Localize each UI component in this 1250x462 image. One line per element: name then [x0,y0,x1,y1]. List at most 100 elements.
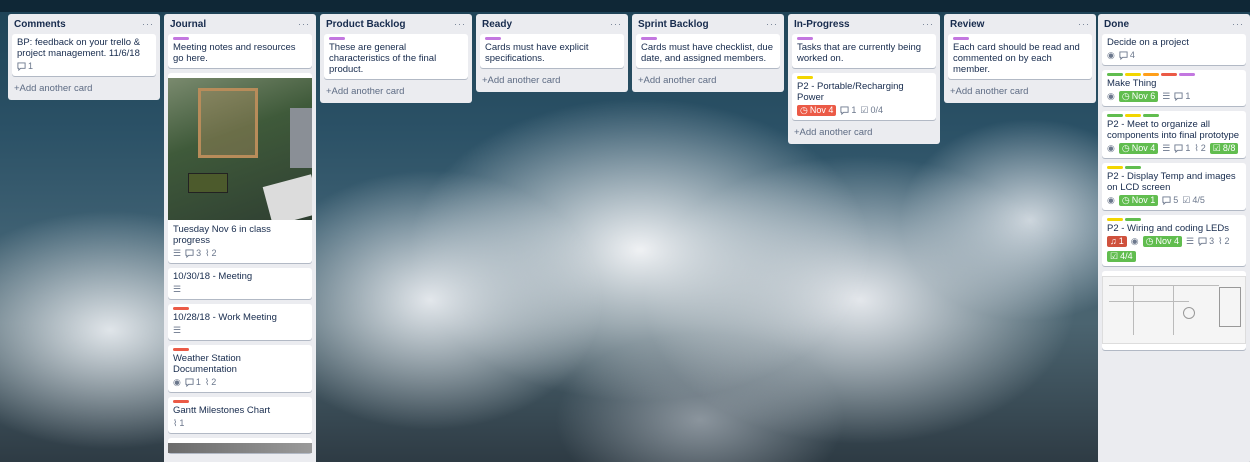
list-header: Done ··· [1102,14,1246,34]
purple-label [329,37,345,40]
clock-icon: ◷ [1121,195,1130,205]
card-title: Make Thing [1107,78,1157,89]
add-card-button[interactable]: +Add another card [948,84,1092,99]
due-date-badge[interactable]: ◷ Nov 4 [1142,236,1182,247]
description-icon: ☰ [173,325,182,335]
card[interactable]: Make Thing ◉ ◷ Nov 6 ☰ 1 [1102,70,1246,106]
attachments-badge: ⌇ 2 [205,248,217,258]
purple-label [1179,73,1195,76]
card-badges: ◉ ◷ Nov 4 ☰ 1 ⌇ 2 ☑ 8/8 [1107,143,1241,154]
comment-icon [840,106,849,115]
card-badges: ◉ ◷ Nov 1 5 ☑ 4/5 [1107,195,1241,206]
card-labels [329,37,463,40]
card-labels [485,37,619,40]
card-badges: ☰ 3 ⌇ 2 [173,248,307,259]
list-title[interactable]: Sprint Backlog [638,19,709,30]
comment-icon [17,62,26,71]
card-badges: ◷ Nov 4 1 ☑ 0/4 [797,105,931,116]
paperclip-icon: ⌇ [204,377,210,387]
card[interactable] [1102,271,1246,350]
card[interactable]: P2 - Meet to organize all components int… [1102,111,1246,158]
add-card-button[interactable]: +Add another card [636,73,780,88]
comment-icon [185,378,194,387]
list-menu-icon[interactable]: ··· [298,19,310,29]
card[interactable]: Tuesday Nov 6 in class progress ☰ 3 ⌇ 2 [168,73,312,263]
list-menu-icon[interactable]: ··· [766,19,778,29]
card-title: Decide on a project [1107,37,1189,48]
add-card-button[interactable]: +Add another card [12,81,156,96]
card-title: 10/28/18 - Work Meeting [173,312,277,323]
card-title: P2 - Meet to organize all components int… [1107,119,1240,141]
card-labels [1107,166,1241,169]
add-card-button[interactable]: +Add another card [324,84,468,99]
list-header: In-Progress ··· [792,14,936,34]
card[interactable]: Gantt Milestones Chart ⌇ 1 [168,397,312,433]
list-comments: Comments ··· BP: feedback on your trello… [8,14,160,100]
card[interactable]: Cards must have checklist, due date, and… [636,34,780,68]
list-title[interactable]: Product Backlog [326,19,405,30]
card-labels [953,37,1087,40]
list-header: Ready ··· [480,14,624,34]
comments-badge: 1 [17,61,33,72]
watch-icon: ◉ [1107,91,1115,101]
card[interactable]: P2 - Portable/Recharging Power ◷ Nov 4 1… [792,73,936,120]
red-label [173,307,189,310]
add-card-button[interactable]: +Add another card [480,73,624,88]
checkbox-icon: ☑ [1110,251,1119,261]
card[interactable]: P2 - Display Temp and images on LCD scre… [1102,163,1246,210]
card[interactable]: P2 - Wiring and coding LEDs ♫ 1 ◉ ◷ Nov … [1102,215,1246,266]
comments-badge: 4 [1119,50,1135,61]
card-title: Each card should be read and commented o… [953,42,1080,75]
green-label [1107,73,1123,76]
list-review: Review ··· Each card should be read and … [944,14,1096,103]
card[interactable]: Each card should be read and commented o… [948,34,1092,79]
card[interactable]: BP: feedback on your trello & project ma… [12,34,156,76]
due-date-badge[interactable]: ◷ Nov 6 [1118,91,1159,102]
description-icon: ☰ [173,284,182,294]
due-date-badge[interactable]: ◷ Nov 4 [797,105,837,116]
list-menu-icon[interactable]: ··· [454,19,466,29]
card-title: Tasks that are currently being worked on… [797,42,922,64]
list-title[interactable]: Comments [14,19,66,30]
list-menu-icon[interactable]: ··· [1232,19,1244,29]
list-title[interactable]: Done [1104,19,1129,30]
add-card-button[interactable]: +Add another card [792,125,936,140]
comment-icon [1119,51,1128,60]
list-title[interactable]: In-Progress [794,19,850,30]
comments-badge: 5 [1162,195,1178,206]
card[interactable]: 10/28/18 - Work Meeting ☰ [168,304,312,340]
card-cover-image [168,78,312,220]
comment-icon [1174,92,1183,101]
attachments-badge: ⌇ 2 [1218,236,1230,246]
watch-icon: ◉ [1130,236,1139,246]
card[interactable]: Meeting notes and resources go here. [168,34,312,68]
card[interactable]: 10/30/18 - Meeting ☰ [168,268,312,299]
due-date-badge[interactable]: ◷ Nov 1 [1118,195,1159,206]
card[interactable]: Cards must have explicit specifications. [480,34,624,68]
list-menu-icon[interactable]: ··· [610,19,622,29]
card-title: Tuesday Nov 6 in class progress [173,224,271,246]
card-cover-image [1102,276,1246,344]
watch-icon: ◉ [1107,195,1115,205]
list-title[interactable]: Review [950,19,984,30]
card[interactable] [168,438,312,453]
list-menu-icon[interactable]: ··· [922,19,934,29]
card[interactable]: Decide on a project ◉ 4 [1102,34,1246,65]
comments-badge: 1 [840,105,856,116]
due-date-badge[interactable]: ◷ Nov 4 [1118,143,1159,154]
card-title: Cards must have checklist, due date, and… [641,42,774,64]
list-header: Product Backlog ··· [324,14,468,34]
bell-icon: ♫ [1110,236,1117,246]
list-title[interactable]: Journal [170,19,206,30]
card-title: P2 - Wiring and coding LEDs [1107,223,1229,234]
list-menu-icon[interactable]: ··· [142,19,154,29]
card-labels [1107,114,1241,117]
checkbox-icon: ☑ [860,105,869,115]
card-title: 10/30/18 - Meeting [173,271,253,282]
card[interactable]: Tasks that are currently being worked on… [792,34,936,68]
list-menu-icon[interactable]: ··· [1078,19,1090,29]
list-title[interactable]: Ready [482,19,512,30]
card[interactable]: Weather Station Documentation ◉ 1 ⌇ 2 [168,345,312,392]
card[interactable]: These are general characteristics of the… [324,34,468,79]
description-icon: ☰ [1162,143,1171,153]
